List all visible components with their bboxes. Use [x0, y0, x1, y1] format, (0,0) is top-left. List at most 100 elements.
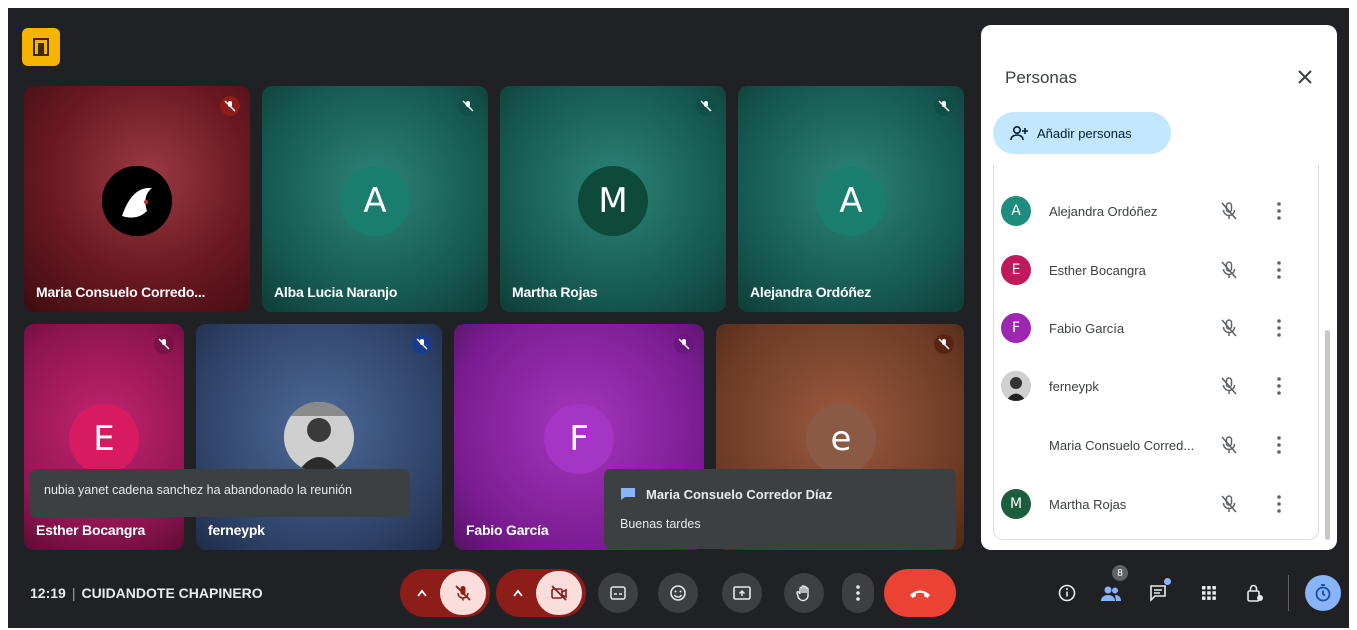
participant-name: Esther Bocangra: [36, 522, 146, 538]
participant-tile[interactable]: A Alba Lucia Naranjo: [262, 86, 488, 312]
person-avatar: A: [1001, 196, 1031, 226]
list-item-person[interactable]: A Alejandra Ordóñez: [993, 193, 1313, 229]
participant-avatar: M: [578, 166, 648, 236]
more-vert-icon[interactable]: [1275, 434, 1283, 456]
more-vert-icon[interactable]: [1275, 493, 1283, 515]
participant-tile[interactable]: M Martha Rojas: [500, 86, 726, 312]
people-icon: [1101, 586, 1121, 601]
mic-toggle-button[interactable]: [440, 571, 486, 615]
participant-name: Martha Rojas: [512, 284, 598, 300]
hand-icon: [796, 585, 809, 602]
more-vert-icon[interactable]: [1275, 375, 1283, 397]
participant-avatar: A: [816, 166, 886, 236]
person-avatar: M: [1001, 489, 1031, 519]
person-name: Fabio García: [1049, 320, 1125, 336]
person-name: Martha Rojas: [1049, 496, 1127, 512]
more-options-button[interactable]: [842, 573, 874, 613]
mic-options-button[interactable]: [408, 579, 436, 607]
panel-scrollbar[interactable]: [1325, 330, 1330, 540]
captions-icon: [610, 586, 626, 600]
participant-tile[interactable]: A Alejandra Ordóñez: [738, 86, 964, 312]
chat-button[interactable]: [1144, 578, 1174, 608]
mic-off-icon: [1221, 436, 1237, 454]
participant-name: Alba Lucia Naranjo: [274, 284, 398, 300]
present-icon: [733, 586, 751, 600]
person-name: Maria Consuelo Corred...: [1049, 437, 1195, 453]
chat-notification[interactable]: Maria Consuelo Corredor Díaz Buenas tard…: [604, 469, 956, 549]
muted-mic-icon: [934, 96, 954, 116]
leave-notification: nubia yanet cadena sanchez ha abandonado…: [30, 469, 410, 517]
list-item-person[interactable]: E Esther Bocangra: [993, 252, 1313, 288]
raise-hand-button[interactable]: [784, 573, 824, 613]
meeting-info: 12:19 | CUIDANDOTE CHAPINERO: [30, 585, 263, 601]
participant-avatar: E: [69, 404, 139, 474]
hang-up-icon: [910, 590, 930, 598]
muted-mic-icon: [934, 334, 954, 354]
toolbar-divider: [1288, 575, 1289, 611]
participant-tile[interactable]: Maria Consuelo Corredo...: [24, 86, 250, 312]
activities-button[interactable]: [1194, 578, 1224, 608]
separator: |: [71, 585, 76, 601]
person-add-icon: [1010, 125, 1028, 141]
person-profile-picture: [1001, 371, 1031, 401]
meeting-window: Maria Consuelo Corredo... A Alba Lucia N…: [8, 8, 1349, 628]
captions-button[interactable]: [598, 573, 638, 613]
mic-off-icon: [1221, 202, 1237, 220]
person-avatar: E: [1001, 255, 1031, 285]
mic-off-icon: [1221, 377, 1237, 395]
leave-notification-text: nubia yanet cadena sanchez ha abandonado…: [44, 483, 352, 497]
participant-avatar: e: [806, 404, 876, 474]
muted-mic-icon: [674, 334, 694, 354]
emoji-button[interactable]: [658, 573, 698, 613]
camera-toggle-button[interactable]: [536, 571, 582, 615]
list-item-person[interactable]: Maria Consuelo Corred...: [993, 427, 1313, 463]
profile-picture: [102, 166, 172, 236]
add-people-button[interactable]: Añadir personas: [993, 112, 1171, 154]
participant-name: Fabio García: [466, 522, 549, 538]
camera-options-button[interactable]: [504, 579, 532, 607]
present-screen-button[interactable]: [722, 573, 762, 613]
meeting-details-button[interactable]: [1052, 578, 1082, 608]
profile-picture: [284, 402, 354, 472]
leave-call-button[interactable]: [884, 569, 956, 617]
participant-avatar: A: [340, 166, 410, 236]
more-vert-icon[interactable]: [1275, 200, 1283, 222]
chat-message: Buenas tardes: [620, 517, 701, 531]
add-people-label: Añadir personas: [1037, 125, 1132, 141]
more-vert-icon[interactable]: [1275, 317, 1283, 339]
person-name: ferneypk: [1049, 378, 1099, 394]
chat-unread-dot: [1164, 578, 1171, 585]
mic-off-icon: [1221, 261, 1237, 279]
person-avatar: F: [1001, 313, 1031, 343]
list-item-person[interactable]: ferneypk: [993, 368, 1313, 404]
close-panel-button[interactable]: [1293, 65, 1317, 89]
people-button[interactable]: 8: [1096, 565, 1128, 608]
participant-avatar: F: [544, 404, 614, 474]
mic-off-icon: [1221, 319, 1237, 337]
list-item-person[interactable]: M Martha Rojas: [993, 486, 1313, 522]
lock-person-icon: [1247, 584, 1263, 602]
muted-mic-icon: [696, 96, 716, 116]
chat-sender: Maria Consuelo Corredor Díaz: [646, 487, 833, 502]
person-name: Esther Bocangra: [1049, 262, 1146, 278]
timer-button[interactable]: [1305, 575, 1341, 611]
list-item-person[interactable]: F Fabio García: [993, 310, 1313, 346]
chat-icon: [620, 487, 636, 504]
people-count-badge: 8: [1112, 565, 1128, 581]
person-name: Alejandra Ordóñez: [1049, 203, 1158, 219]
panel-title: Personas: [1005, 68, 1077, 87]
emoji-icon: [670, 585, 686, 601]
participant-name: Maria Consuelo Corredo...: [36, 284, 206, 300]
info-icon: [1058, 584, 1076, 602]
people-panel: Personas Añadir personas A Alejandra Ord…: [981, 25, 1337, 550]
camera-off-icon: [551, 585, 567, 601]
participant-name: Alejandra Ordóñez: [750, 284, 872, 300]
mic-off-icon: [1221, 495, 1237, 513]
muted-mic-icon: [220, 96, 240, 116]
chat-bubble-icon: [1150, 585, 1166, 602]
participant-name: ferneypk: [208, 522, 265, 538]
timer-icon: [1315, 584, 1331, 602]
more-vert-icon: [856, 585, 860, 601]
more-vert-icon[interactable]: [1275, 259, 1283, 281]
host-controls-button[interactable]: [1240, 578, 1270, 608]
